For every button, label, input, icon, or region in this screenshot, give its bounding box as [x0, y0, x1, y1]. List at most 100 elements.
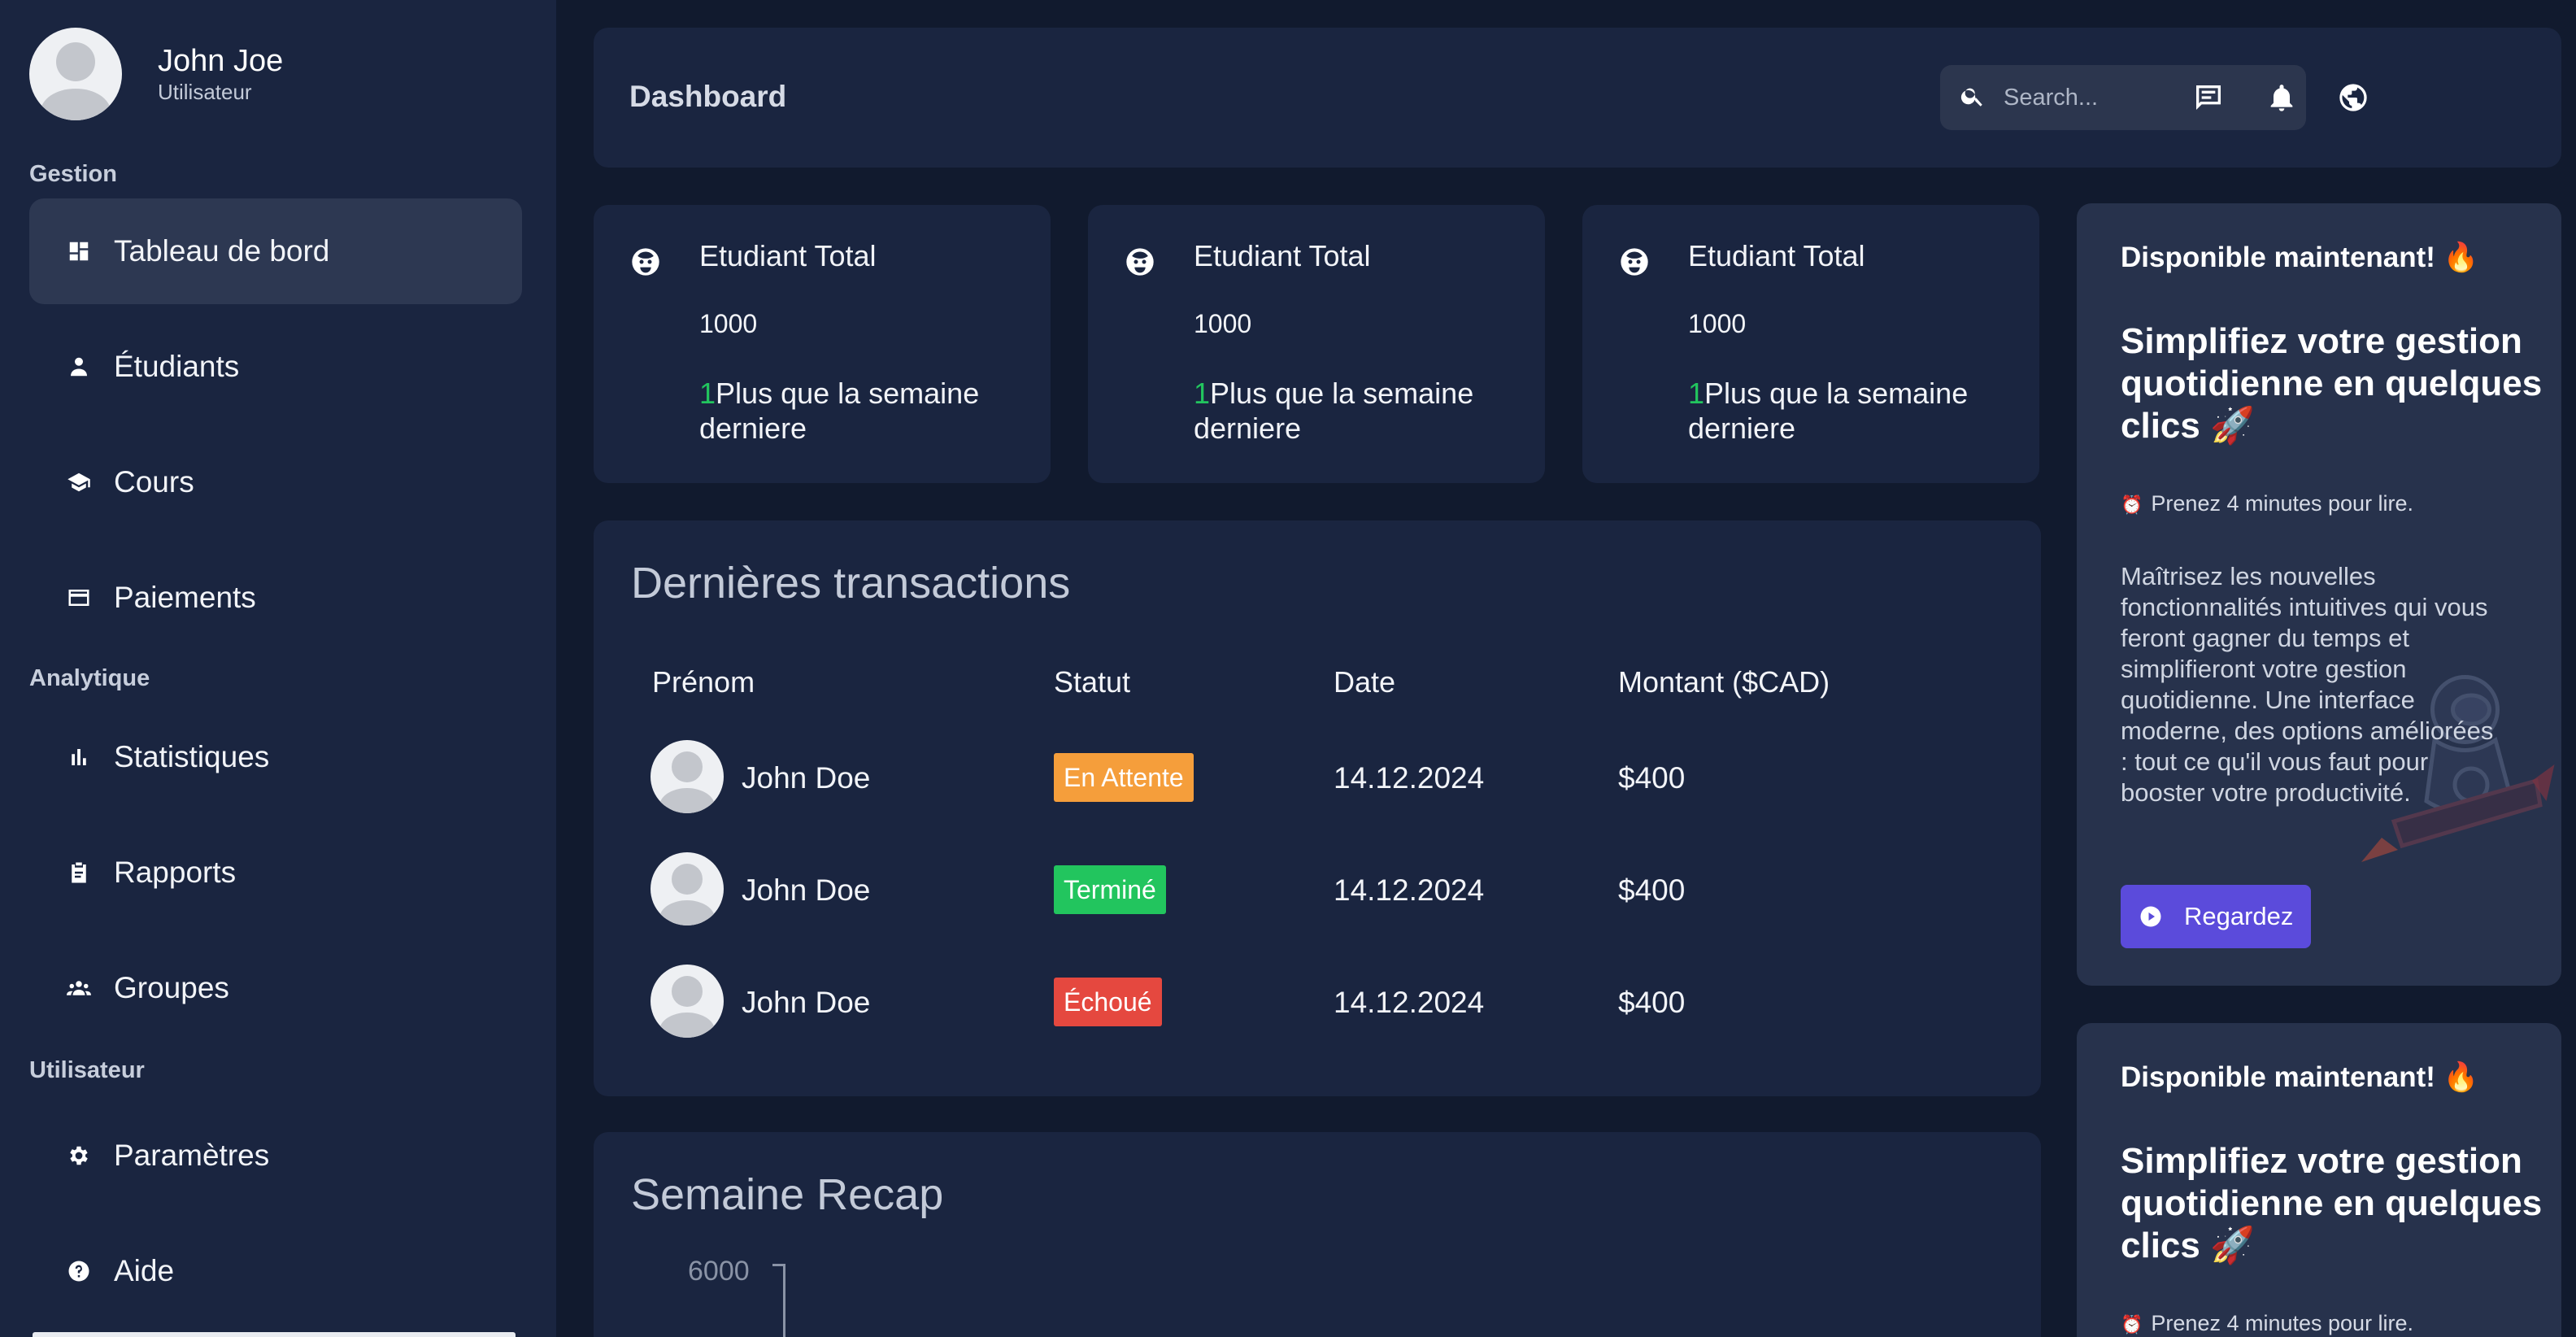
page-title: Dashboard: [629, 80, 787, 113]
sidebar-item-etudiants[interactable]: Étudiants: [29, 314, 522, 420]
row-date: 14.12.2024: [1334, 986, 1485, 1019]
top-header: Dashboard: [594, 28, 2561, 168]
stat-delta: 1: [699, 377, 716, 410]
alarm-clock-icon: ⏰: [2121, 1314, 2143, 1335]
status-badge: En Attente: [1054, 753, 1194, 802]
avatar: [29, 28, 122, 120]
row-amount: $400: [1618, 873, 1686, 907]
person-icon: [67, 355, 91, 379]
sidebar-item-label: Aide: [114, 1254, 175, 1287]
stat-delta: 1: [1194, 377, 1211, 410]
promo-heading: Simplifiez votre gestion quotidienne en …: [2121, 1141, 2543, 1265]
stat-title: Etudiant Total: [699, 239, 877, 272]
recap-title: Semaine Recap: [631, 1170, 944, 1219]
column-header-date[interactable]: Date: [1334, 665, 1395, 699]
promo-body: Maîtrisez les nouvelles fonctionnalités …: [2121, 562, 2494, 807]
search-icon: [1960, 83, 1986, 109]
sidebar-scroll-indicator: [33, 1332, 516, 1337]
sidebar-item-label: Groupes: [114, 971, 229, 1004]
sidebar-item-label: Cours: [114, 465, 194, 499]
promo-read-time: ⏰ Prenez 4 minutes pour lire.: [2121, 1311, 2414, 1335]
transactions-card: Dernières transactions Prénom Statut Dat…: [594, 520, 2041, 1096]
row-date: 14.12.2024: [1334, 761, 1485, 795]
stat-note: 1Plus que la semaine derniere: [1194, 377, 1474, 445]
avatar: [651, 965, 724, 1038]
column-header-statut[interactable]: Statut: [1054, 665, 1130, 699]
sidebar-item-label: Tableau de bord: [114, 234, 330, 268]
column-header-montant[interactable]: Montant ($CAD): [1618, 665, 1830, 699]
promo-heading: Simplifiez votre gestion quotidienne en …: [2121, 321, 2543, 446]
y-axis-tick-label: 6000: [688, 1256, 750, 1287]
row-name: John Doe: [742, 873, 871, 907]
sidebar-item-label: Étudiants: [114, 350, 240, 383]
clipboard-icon: [67, 860, 91, 885]
table-row[interactable]: John Doe Terminé 14.12.2024 $400: [594, 852, 2041, 925]
face-icon: [629, 246, 662, 278]
sidebar-item-label: Statistiques: [114, 740, 270, 773]
gear-icon: [67, 1143, 91, 1168]
row-amount: $400: [1618, 761, 1686, 795]
row-name: John Doe: [742, 761, 871, 795]
sidebar-item-tableau-de-bord[interactable]: Tableau de bord: [29, 198, 522, 304]
sidebar-item-cours[interactable]: Cours: [29, 429, 522, 535]
row-date: 14.12.2024: [1334, 873, 1485, 907]
promo-card: Disponible maintenant! 🔥 Simplifiez votr…: [2077, 1023, 2561, 1337]
sidebar-item-parametres[interactable]: Paramètres: [29, 1103, 522, 1209]
watch-button[interactable]: Regardez: [2121, 885, 2312, 948]
stat-title: Etudiant Total: [1194, 239, 1371, 272]
search-box[interactable]: [1940, 65, 2306, 130]
sidebar-item-rapports[interactable]: Rapports: [29, 820, 522, 925]
stat-title: Etudiant Total: [1688, 239, 1865, 272]
promo-read-time: ⏰ Prenez 4 minutes pour lire.: [2121, 491, 2414, 516]
sidebar-item-label: Rapports: [114, 856, 237, 889]
help-icon: [67, 1259, 91, 1283]
stat-value: 1000: [1688, 309, 1747, 338]
avatar: [651, 740, 724, 813]
sidebar-item-groupes[interactable]: Groupes: [29, 935, 522, 1041]
chat-icon[interactable]: [2192, 81, 2225, 114]
stat-delta: 1: [1688, 377, 1705, 410]
face-icon: [1124, 246, 1156, 278]
search-input[interactable]: [2004, 76, 2288, 119]
section-gestion: Gestion: [29, 161, 117, 187]
row-amount: $400: [1618, 986, 1686, 1019]
weekly-recap-card: Semaine Recap 6000: [594, 1132, 2041, 1337]
dashboard-icon: [67, 239, 91, 263]
transactions-title: Dernières transactions: [631, 559, 1071, 608]
user-profile[interactable]: John Joe Utilisateur: [29, 28, 283, 120]
stat-value: 1000: [1194, 309, 1252, 338]
stat-value: 1000: [699, 309, 758, 338]
stat-note: 1Plus que la semaine derniere: [1688, 377, 1969, 445]
avatar: [651, 852, 724, 925]
globe-icon[interactable]: [2337, 81, 2369, 114]
bar-chart-icon: [67, 745, 91, 769]
column-header-prenom[interactable]: Prénom: [652, 665, 755, 699]
stat-note: 1Plus que la semaine derniere: [699, 377, 980, 445]
play-icon: [2139, 904, 2163, 929]
section-utilisateur: Utilisateur: [29, 1057, 145, 1083]
sidebar-item-statistiques[interactable]: Statistiques: [29, 704, 522, 810]
y-axis: [772, 1264, 785, 1337]
groups-icon: [67, 976, 91, 1000]
sidebar-item-label: Paramètres: [114, 1139, 270, 1172]
graduation-cap-icon: [67, 470, 91, 494]
status-badge: Terminé: [1054, 865, 1166, 914]
sidebar-item-label: Paiements: [114, 581, 256, 614]
credit-card-icon: [67, 586, 91, 610]
stat-card: Etudiant Total 1000 1Plus que la semaine…: [594, 205, 1051, 483]
promo-available: Disponible maintenant! 🔥: [2121, 1061, 2479, 1093]
promo-available: Disponible maintenant! 🔥: [2121, 242, 2479, 273]
section-analytique: Analytique: [29, 665, 150, 691]
face-icon: [1618, 246, 1651, 278]
sidebar: John Joe Utilisateur Gestion Tableau de …: [0, 0, 556, 1337]
stat-card: Etudiant Total 1000 1Plus que la semaine…: [1088, 205, 1545, 483]
stat-card: Etudiant Total 1000 1Plus que la semaine…: [1582, 205, 2039, 483]
table-row[interactable]: John Doe En Attente 14.12.2024 $400: [594, 740, 2041, 813]
user-name: John Joe: [158, 44, 284, 78]
table-row[interactable]: John Doe Échoué 14.12.2024 $400: [594, 965, 2041, 1038]
bell-icon[interactable]: [2265, 81, 2298, 114]
sidebar-item-aide[interactable]: Aide: [29, 1218, 522, 1324]
status-badge: Échoué: [1054, 978, 1162, 1026]
sidebar-item-paiements[interactable]: Paiements: [29, 545, 522, 651]
user-role: Utilisateur: [158, 80, 252, 104]
